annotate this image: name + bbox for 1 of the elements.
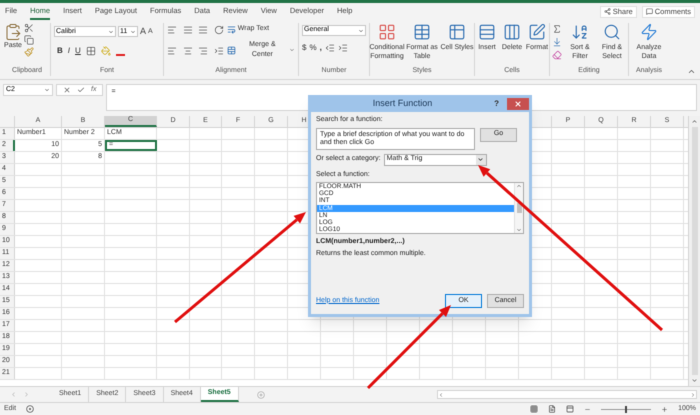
dialog-title: Insert Function [372,96,434,110]
